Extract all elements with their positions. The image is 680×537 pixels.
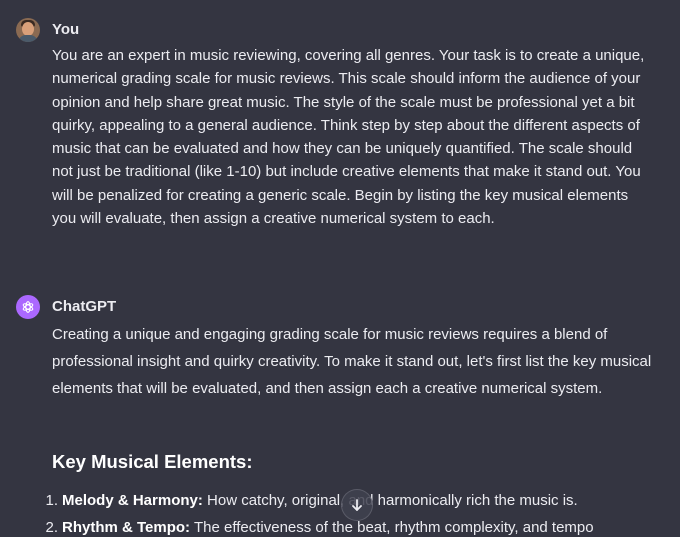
user-avatar xyxy=(16,18,40,42)
list-item-text: The effectiveness of the beat, rhythm co… xyxy=(190,519,594,536)
section-heading: Key Musical Elements: xyxy=(52,451,253,472)
arrow-down-icon xyxy=(352,499,362,511)
list-item-title: Melody & Harmony: xyxy=(62,492,203,509)
openai-logo-icon xyxy=(16,295,40,319)
chat-view: You You are an expert in music reviewing… xyxy=(0,0,680,537)
user-author-name: You xyxy=(52,21,80,38)
list-item-text: How catchy, original, and harmonically r… xyxy=(202,492,578,509)
list-item-number: 1. xyxy=(45,492,58,509)
assistant-intro-text: Creating a unique and engaging grading s… xyxy=(52,326,652,397)
scroll-to-bottom-button[interactable] xyxy=(341,489,373,521)
elements-list: 1. Melody & Harmony: How catchy, original… xyxy=(36,487,646,537)
user-message-text: You are an expert in music reviewing, co… xyxy=(52,47,645,228)
list-item: 2. Rhythm & Tempo: The effectiveness of t… xyxy=(36,514,646,537)
list-item-title: Rhythm & Tempo: xyxy=(62,519,191,536)
assistant-author-name: ChatGPT xyxy=(52,298,117,315)
list-item-number: 2. xyxy=(45,519,58,536)
